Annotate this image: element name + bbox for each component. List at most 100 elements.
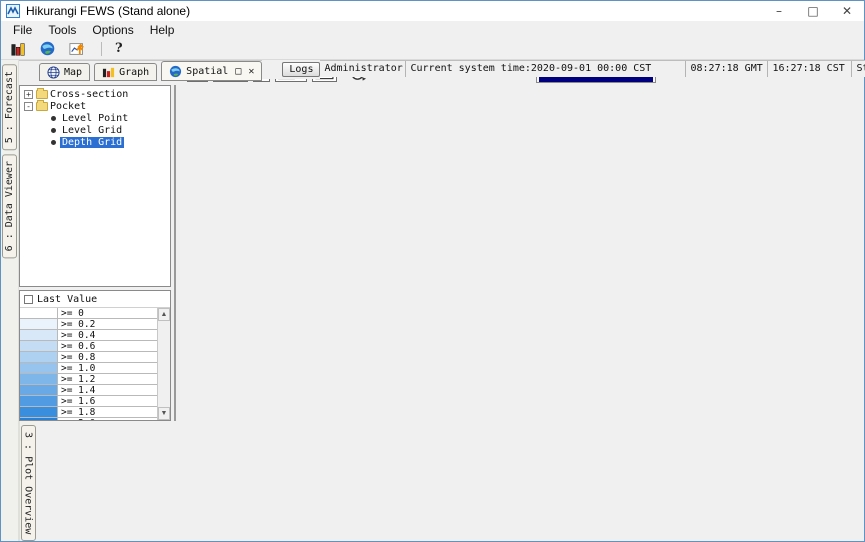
legend-label: >= 2.0 <box>58 418 157 420</box>
map-display-button[interactable] <box>37 39 58 59</box>
map-viewport[interactable]: API Key Required <box>174 85 176 421</box>
tree-item-label: Level Point <box>60 113 130 124</box>
minimize-button[interactable]: – <box>762 1 796 21</box>
node-bullet-icon <box>51 116 56 121</box>
tree-expander-icon[interactable]: - <box>24 102 33 111</box>
legend-row: >= 0.8 <box>20 352 157 363</box>
last-value-label: Last Value <box>37 294 97 305</box>
time-span-bar <box>539 77 653 82</box>
toolbar-separator <box>101 42 102 56</box>
legend-row: >= 0 <box>20 308 157 319</box>
legend-row: >= 2.0 <box>20 418 157 420</box>
tab-plot-overview[interactable]: 3 : Plot Overview <box>21 425 36 541</box>
explorer-bars-button[interactable] <box>7 39 28 59</box>
legend-label: >= 1.2 <box>58 374 157 384</box>
legend-row: >= 0.6 <box>20 341 157 352</box>
tab-float-button[interactable]: □ <box>235 66 241 77</box>
legend-label: >= 0.8 <box>58 352 157 362</box>
node-bullet-icon <box>51 140 56 145</box>
layer-tree: + Cross-section - PocketLevel PointLevel Gr… <box>19 85 171 287</box>
legend-row: >= 1.6 <box>20 396 157 407</box>
status-system-time: Current system time:2020-09-01 00:00 CST <box>406 61 686 77</box>
logs-row: Logs <box>262 60 320 79</box>
wire-globe-icon <box>47 66 60 79</box>
tree-item-pocket[interactable]: - Pocket <box>22 100 170 112</box>
globe-icon <box>39 40 56 57</box>
tree-item-depth-grid[interactable]: Depth Grid <box>22 136 170 148</box>
legend-row: >= 1.2 <box>20 374 157 385</box>
legend-label: >= 1.6 <box>58 396 157 406</box>
legend-swatch <box>20 407 58 417</box>
tab-close-button[interactable]: ✕ <box>248 66 254 77</box>
bar-chart-icon <box>9 40 27 58</box>
legend-swatch <box>20 363 58 373</box>
logs-button[interactable]: Logs <box>282 62 320 77</box>
legend-list: >= 0>= 0.2>= 0.4>= 0.6>= 0.8>= 1.0>= 1.2… <box>20 308 157 420</box>
folder-icon <box>36 90 48 99</box>
legend-row: >= 0.2 <box>20 319 157 330</box>
legend-swatch <box>20 319 58 329</box>
tab-spatial-label: Spatial <box>186 66 228 77</box>
legend-scrollbar[interactable]: ▲ ▼ <box>157 308 170 420</box>
status-bar: Administrator Current system time:2020-0… <box>320 60 865 77</box>
legend-label: >= 1.4 <box>58 385 157 395</box>
last-value-checkbox[interactable] <box>24 295 33 304</box>
tab-graph[interactable]: Graph <box>94 63 157 81</box>
window-title: Hikurangi FEWS (Stand alone) <box>26 4 190 18</box>
close-button[interactable]: ✕ <box>830 1 864 21</box>
timeseries-dialog-button[interactable] <box>67 39 88 59</box>
legend-swatch <box>20 418 58 420</box>
menu-help[interactable]: Help <box>142 23 183 37</box>
title-bar: Hikurangi FEWS (Stand alone) – □ ✕ <box>1 1 864 21</box>
main-toolbar: ? <box>1 38 864 60</box>
status-user: Administrator <box>320 61 406 77</box>
tree-expander-icon[interactable]: + <box>24 90 33 99</box>
menu-tools[interactable]: Tools <box>40 23 84 37</box>
legend-row: >= 1.0 <box>20 363 157 374</box>
tab-map[interactable]: Map <box>39 63 90 81</box>
legend-row: >= 1.8 <box>20 407 157 418</box>
bar-chart-icon <box>102 66 115 79</box>
tab-spatial[interactable]: Spatial □ ✕ <box>161 61 262 81</box>
tree-item-cross-section[interactable]: + Cross-section <box>22 88 170 100</box>
legend-label: >= 0.4 <box>58 330 157 340</box>
app-logo-icon <box>6 4 20 18</box>
legend-label: >= 0.2 <box>58 319 157 329</box>
legend-row: >= 0.4 <box>20 330 157 341</box>
tab-graph-label: Graph <box>119 67 149 78</box>
tree-item-label: Level Grid <box>60 125 124 136</box>
right-tab-strip: 3 : Plot Overview <box>19 421 36 541</box>
legend-swatch <box>20 341 58 351</box>
tree-item-level-grid[interactable]: Level Grid <box>22 124 170 136</box>
menu-bar: FileToolsOptionsHelp <box>1 21 864 38</box>
node-bullet-icon <box>51 128 56 133</box>
left-tab-strip: 5 : Forecast 6 : Data Viewer <box>1 60 19 541</box>
menu-options[interactable]: Options <box>84 23 141 37</box>
tree-item-label: Pocket <box>48 101 88 112</box>
legend-swatch <box>20 308 58 318</box>
chart-arrow-icon <box>69 40 87 58</box>
menu-file[interactable]: File <box>5 23 40 37</box>
legend-label: >= 1.8 <box>58 407 157 417</box>
side-tab-data-viewer[interactable]: 6 : Data Viewer <box>2 154 17 258</box>
scroll-up-button[interactable]: ▲ <box>158 308 170 321</box>
tree-item-label: Cross-section <box>48 89 130 100</box>
tree-item-level-point[interactable]: Level Point <box>22 112 170 124</box>
legend-swatch <box>20 330 58 340</box>
maximize-button[interactable]: □ <box>796 1 830 21</box>
app-window: Hikurangi FEWS (Stand alone) – □ ✕ FileT… <box>0 0 865 542</box>
legend-row: >= 1.4 <box>20 385 157 396</box>
legend-swatch <box>20 385 58 395</box>
legend-swatch <box>20 396 58 406</box>
help-button[interactable]: ? <box>115 41 123 56</box>
legend-swatch <box>20 352 58 362</box>
side-tab-forecast[interactable]: 5 : Forecast <box>2 64 17 150</box>
globe-icon <box>169 65 182 78</box>
legend-label: >= 0 <box>58 308 157 318</box>
tree-item-label: Depth Grid <box>60 137 124 148</box>
status-local-time: 16:27:18 CST <box>768 61 852 77</box>
bottom-tab-bar: Map Graph Spatial □ ✕ <box>19 60 262 81</box>
legend-label: >= 1.0 <box>58 363 157 373</box>
legend-swatch <box>20 374 58 384</box>
scroll-down-button[interactable]: ▼ <box>158 407 170 420</box>
